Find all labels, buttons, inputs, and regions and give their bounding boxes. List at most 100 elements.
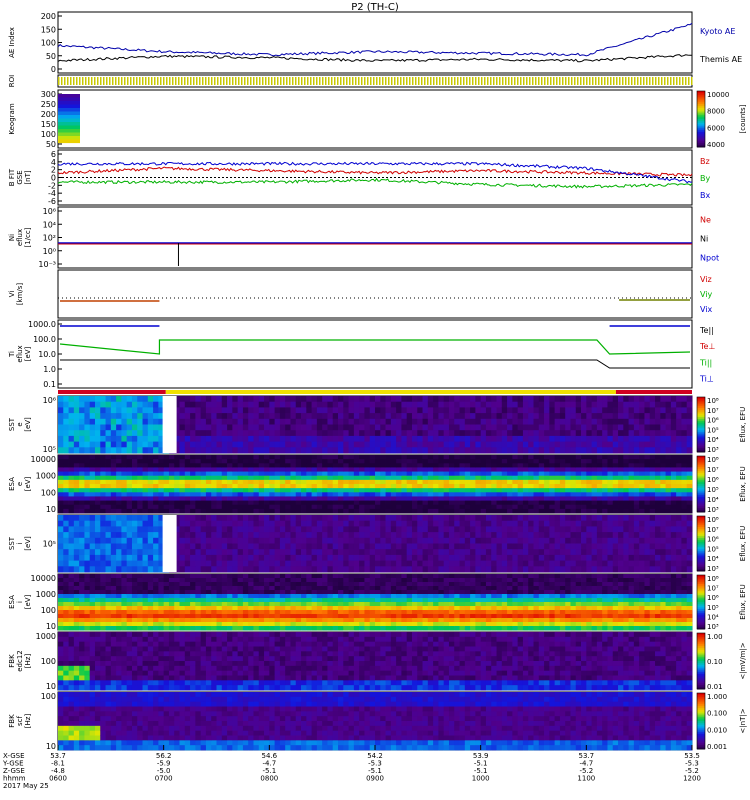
- spectrogram-cell-esa_i: [216, 578, 223, 583]
- spectrogram-cell-sst_i: [443, 520, 450, 527]
- ytick-label-fbk_scm: 1000: [36, 632, 56, 641]
- spectrogram-cell-sst_e: [485, 424, 492, 431]
- spectrogram-cell-esa_e: [417, 471, 423, 477]
- spectrogram-cell-sst_i: [517, 515, 524, 522]
- spectrogram-cell-sst_e: [501, 441, 508, 448]
- spectrogram-cell-sst_e: [126, 407, 133, 414]
- spectrogram-cell-esa_e: [327, 463, 334, 468]
- spectrogram-cell-sst_i: [406, 549, 413, 556]
- spectrogram-cell-sst_i: [686, 554, 693, 561]
- roi-mark: [613, 77, 615, 85]
- spectrogram-cell-esa_e: [607, 475, 614, 481]
- spectrogram-cell-sst_e: [353, 447, 360, 454]
- spectrogram-cell-sst_i: [644, 526, 651, 533]
- spectrogram-cell-sst_i: [116, 526, 122, 533]
- roi-mark: [436, 77, 438, 85]
- spectrogram-cell-sst_e: [422, 441, 429, 448]
- spectrogram-cell-sst_e: [528, 435, 534, 442]
- spectrogram-cell-sst_e: [581, 430, 587, 437]
- spectrogram-cell-esa_e: [602, 455, 608, 460]
- spectrogram-cell-esa_e: [211, 484, 217, 489]
- spectrogram-cell-esa_i: [63, 618, 69, 623]
- spectrogram-cell-sst_i: [623, 532, 629, 539]
- spectrogram-cell-sst_i: [623, 560, 629, 567]
- spectrogram-cell-esa_e: [470, 484, 476, 489]
- spectrogram-cell-sst_e: [581, 418, 587, 425]
- roi-mark: [226, 77, 228, 85]
- spectrogram-cell-esa_e: [522, 471, 529, 477]
- spectrogram-cell-sst_e: [147, 424, 154, 431]
- spectrogram-cell-sst_e: [538, 424, 545, 431]
- spectrogram-cell-sst_i: [581, 560, 587, 567]
- spectrogram-cell-esa_e: [670, 471, 677, 477]
- spectrogram-cell-esa_e: [464, 508, 471, 514]
- spectrogram-cell-sst_e: [681, 396, 688, 403]
- spectrogram-cell-sst_i: [216, 566, 223, 573]
- spectrogram-cell-sst_i: [100, 537, 106, 544]
- spectrogram-cell-sst_i: [216, 560, 223, 567]
- spectrogram-cell-esa_i: [105, 586, 112, 591]
- spectrogram-cell-esa_i: [116, 574, 122, 579]
- spectrogram-cell-esa_e: [353, 500, 360, 506]
- spectrogram-cell-esa_i: [58, 598, 64, 603]
- spectrogram-cell-esa_e: [522, 504, 529, 510]
- spectrogram-cell-esa_e: [274, 471, 281, 477]
- spectrogram-cell-sst_e: [322, 407, 328, 414]
- spectrogram-cell-esa_i: [142, 590, 149, 595]
- roi-mark: [148, 77, 150, 85]
- spectrogram-cell-sst_e: [443, 447, 450, 454]
- spectrogram-cell-esa_e: [137, 471, 143, 477]
- ylabel-velocity: Vi: [8, 291, 16, 298]
- spectrogram-cell-sst_i: [205, 549, 212, 556]
- spectrogram-cell-esa_i: [227, 614, 233, 619]
- spectrogram-cell-sst_e: [401, 401, 408, 408]
- spectrogram-cell-esa_i: [200, 598, 207, 603]
- spectrogram-cell-sst_i: [100, 526, 106, 533]
- spectrogram-cell-sst_i: [565, 566, 571, 573]
- spectrogram-cell-sst_e: [322, 401, 328, 408]
- ytick-label-density: 10⁴: [43, 220, 56, 229]
- spectrogram-cell-esa_e: [375, 484, 381, 489]
- spectrogram-cell-sst_e: [406, 407, 413, 414]
- spectrogram-cell-esa_e: [533, 459, 540, 464]
- spectrogram-cell-esa_e: [84, 463, 91, 468]
- spectrogram-cell-sst_i: [68, 554, 75, 561]
- spectrogram-cell-esa_e: [200, 500, 207, 506]
- spectrogram-cell-esa_e: [147, 484, 154, 489]
- spectrogram-cell-esa_e: [581, 467, 587, 472]
- spectrogram-cell-esa_e: [538, 484, 545, 489]
- spectrogram-cell-esa_i: [105, 578, 112, 583]
- spectrogram-cell-esa_i: [126, 582, 133, 587]
- spectrogram-cell-esa_e: [290, 467, 297, 472]
- spectrogram-cell-sst_i: [485, 526, 492, 533]
- spectrogram-cell-esa_e: [485, 508, 492, 514]
- roi-mark: [211, 77, 213, 85]
- spectrogram-cell-sst_i: [285, 566, 291, 573]
- spectrogram-cell-sst_i: [496, 566, 503, 573]
- spectrogram-cell-esa_e: [348, 504, 355, 510]
- spectrogram-cell-sst_e: [369, 424, 376, 431]
- spectrogram-cell-esa_e: [596, 479, 603, 485]
- spectrogram-cell-sst_i: [147, 526, 154, 533]
- spectrogram-cell-esa_e: [480, 496, 487, 501]
- spectrogram-cell-esa_e: [279, 455, 286, 460]
- spectrogram-cell-sst_e: [427, 407, 434, 414]
- spectrogram-cell-sst_i: [285, 532, 291, 539]
- spectrogram-cell-sst_i: [227, 560, 233, 567]
- spectrogram-cell-sst_e: [200, 396, 207, 403]
- spectrogram-cell-sst_i: [269, 543, 276, 550]
- spectrogram-cell-esa_e: [316, 463, 323, 468]
- spectrogram-cell-esa_e: [385, 479, 392, 485]
- spectrogram-cell-sst_e: [464, 447, 471, 454]
- spectrogram-cell-sst_e: [131, 407, 138, 414]
- spectrogram-cell-sst_e: [602, 441, 608, 448]
- spectrogram-cell-esa_e: [459, 484, 466, 489]
- spectrogram-cell-sst_i: [359, 549, 365, 556]
- spectrogram-cell-esa_e: [559, 455, 566, 460]
- spectrogram-cell-esa_i: [100, 598, 106, 603]
- spectrogram-cell-sst_i: [581, 537, 587, 544]
- spectrogram-cell-esa_e: [448, 471, 455, 477]
- spectrogram-cell-esa_e: [644, 463, 651, 468]
- spectrogram-cell-sst_e: [496, 435, 503, 442]
- spectrogram-cell-sst_e: [655, 447, 661, 454]
